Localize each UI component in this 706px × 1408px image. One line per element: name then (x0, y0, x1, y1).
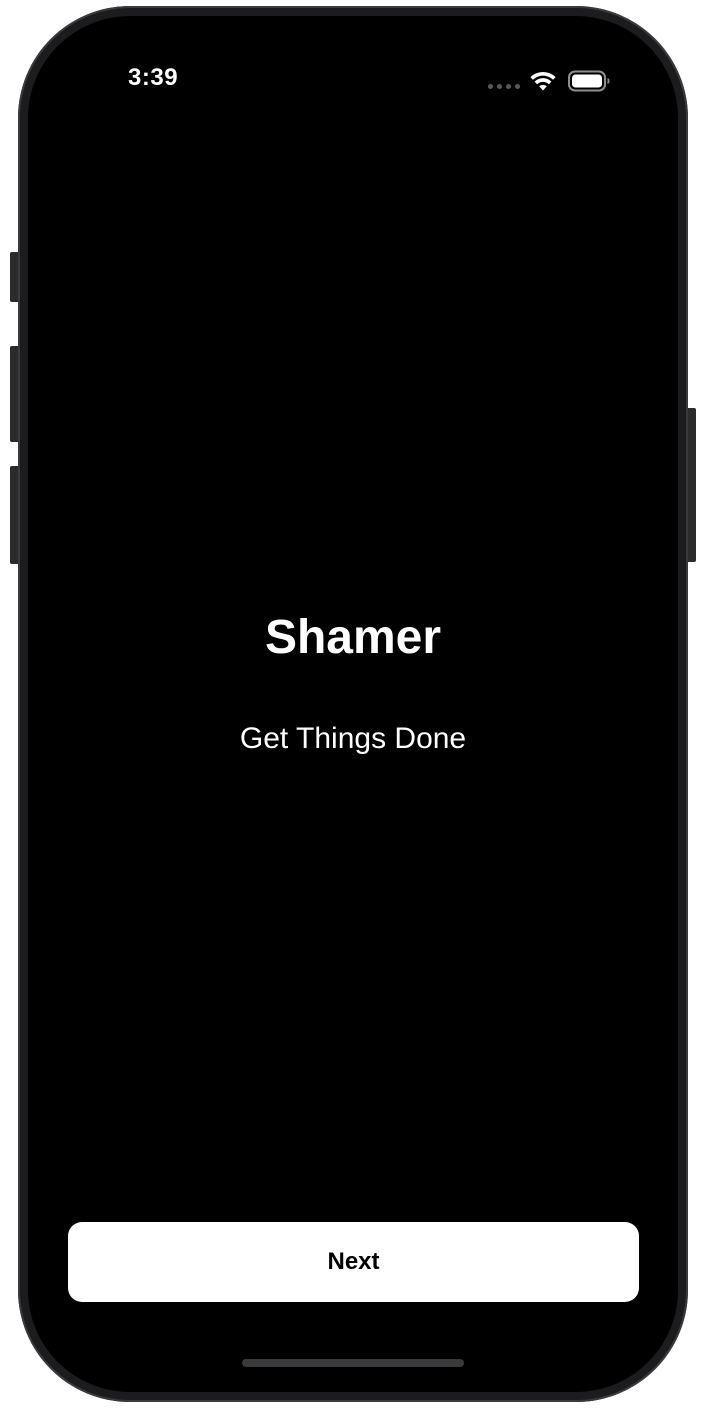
battery-icon (568, 70, 610, 92)
home-indicator[interactable] (242, 1359, 464, 1367)
app-screen: 3:39 Shamer Get Things Done Next (28, 16, 678, 1392)
status-bar: 3:39 (28, 16, 678, 146)
device-mockup: 3:39 Shamer Get Things Done Next (0, 0, 706, 1408)
signal-dots-icon (488, 84, 520, 90)
status-time: 3:39 (128, 64, 179, 91)
wifi-icon (530, 71, 556, 91)
app-tagline: Get Things Done (239, 722, 467, 755)
next-button[interactable]: Next (68, 1222, 639, 1302)
app-title: Shamer (264, 611, 442, 664)
